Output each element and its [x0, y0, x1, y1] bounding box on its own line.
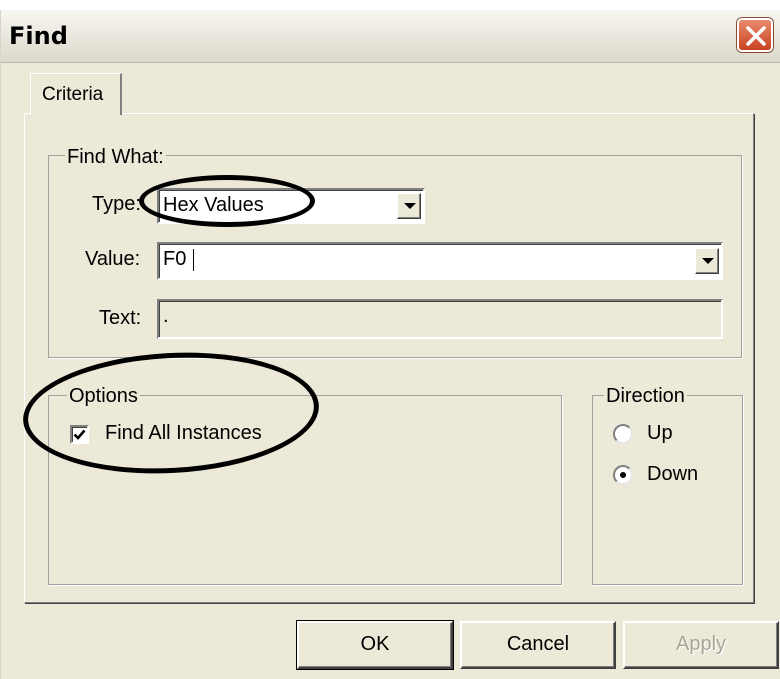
radio-selected-dot	[620, 472, 626, 478]
type-select[interactable]: Hex Values	[157, 188, 425, 224]
text-caret	[193, 249, 194, 271]
find-all-instances-label[interactable]: Find All Instances	[105, 422, 262, 445]
text-field: .	[157, 299, 723, 339]
checkmark-icon	[73, 429, 86, 440]
value-label: Value:	[85, 248, 141, 270]
ok-button[interactable]: OK	[296, 620, 454, 670]
direction-down-radio[interactable]	[613, 465, 633, 485]
text-label: Text:	[99, 307, 142, 329]
direction-up-radio[interactable]	[613, 424, 633, 444]
title-bar[interactable]: Find	[1, 10, 780, 63]
options-legend: Options	[67, 385, 140, 408]
type-dropdown-button[interactable]	[397, 193, 421, 219]
direction-legend: Direction	[604, 385, 687, 408]
tab-criteria[interactable]: Criteria	[30, 73, 122, 115]
value-input-text: F0	[163, 248, 187, 270]
apply-button[interactable]: Apply	[623, 621, 779, 669]
direction-up-label[interactable]: Up	[647, 422, 673, 445]
window-title: Find	[9, 22, 68, 50]
close-icon	[746, 26, 766, 46]
text-field-value: .	[163, 305, 169, 327]
find-all-instances-checkbox[interactable]	[70, 425, 89, 444]
value-dropdown-button[interactable]	[695, 248, 719, 274]
find-what-legend: Find What:	[65, 146, 166, 169]
direction-down-label[interactable]: Down	[647, 463, 698, 486]
find-dialog: Find Criteria Find What: Type: Hex Value…	[0, 10, 780, 679]
tab-criteria-label: Criteria	[42, 84, 104, 105]
close-button[interactable]	[737, 18, 773, 52]
value-combobox[interactable]: F0	[157, 242, 723, 280]
cancel-button[interactable]: Cancel	[460, 621, 616, 669]
type-select-value: Hex Values	[163, 194, 264, 216]
type-label: Type:	[92, 193, 141, 215]
